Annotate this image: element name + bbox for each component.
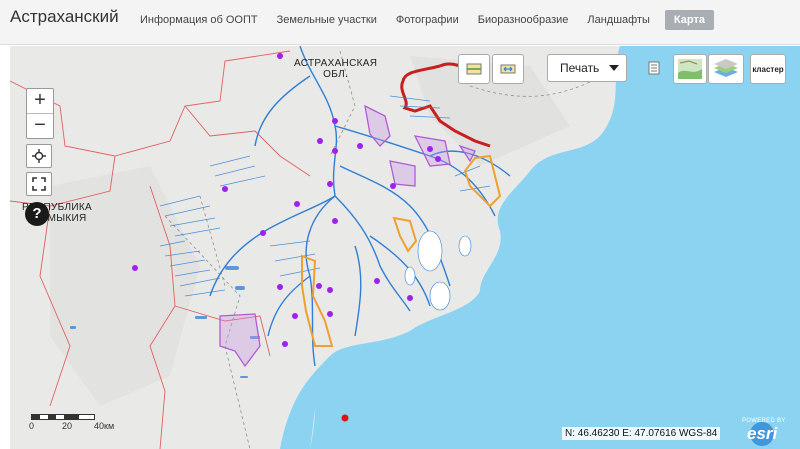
- zoom-out-button[interactable]: −: [27, 113, 53, 138]
- fullscreen-button[interactable]: [26, 172, 52, 196]
- region-label-line: АСТРАХАНСКАЯ: [294, 58, 378, 69]
- zoom-in-button[interactable]: +: [27, 89, 53, 113]
- basemap: [10, 46, 800, 449]
- basemap-topo-button[interactable]: [673, 54, 707, 84]
- poi-red: [341, 414, 349, 422]
- chevron-down-icon: [609, 65, 619, 71]
- region-label-line: ОБЛ.: [323, 69, 349, 80]
- scale-bar-line: [31, 414, 95, 420]
- nav-item-landscapes[interactable]: Ландшафты: [587, 11, 650, 29]
- map-layers-icon: [466, 63, 482, 75]
- crosshair-icon: [32, 149, 46, 163]
- nav-item-map[interactable]: Карта: [664, 10, 714, 30]
- scale-tick-0: 0: [29, 421, 35, 431]
- site-title: Астраханский: [10, 7, 119, 26]
- basemap-stack-icon: [714, 59, 738, 77]
- coordinate-readout: N: 46.46230 E: 47.07616 WGS-84: [562, 427, 721, 440]
- nav-menu: Информация об ООПТ Земельные участки Фот…: [140, 9, 733, 31]
- zoom-control: + −: [26, 88, 54, 139]
- nav-item-biodiversity[interactable]: Биоразнообразие: [478, 11, 569, 29]
- region-label-astrakhan: АСТРАХАНСКАЯ ОБЛ.: [294, 58, 377, 80]
- scale-tick-40: 40км: [94, 421, 115, 431]
- measure-tool-button[interactable]: [492, 54, 524, 84]
- basemap-topo-icon: [678, 59, 702, 79]
- cluster-button[interactable]: кластер: [750, 54, 786, 84]
- locate-button[interactable]: [26, 144, 52, 168]
- scale-bar: 0 20 40км: [28, 411, 138, 441]
- measure-icon: [500, 64, 516, 74]
- print-select-label: Печать: [560, 61, 600, 75]
- nav-item-land-plots[interactable]: Земельные участки: [277, 11, 377, 29]
- nav-item-photos[interactable]: Фотографии: [396, 11, 459, 29]
- esri-logo[interactable]: POWERED BY esri: [738, 418, 786, 446]
- scale-tick-20: 20: [62, 421, 73, 431]
- map-view[interactable]: АСТРАХАНСКАЯ ОБЛ. РЕСПУБЛИКА КАЛМЫКИЯ + …: [10, 46, 800, 449]
- help-button[interactable]: ?: [25, 202, 49, 226]
- nav-item-info[interactable]: Информация об ООПТ: [140, 11, 258, 29]
- legend-button[interactable]: [643, 54, 665, 82]
- esri-name: esri: [747, 424, 778, 443]
- layer-tool-button[interactable]: [458, 54, 490, 84]
- top-bar: Астраханский Информация об ООПТ Земельны…: [0, 0, 800, 45]
- basemap-satellite-button[interactable]: [708, 54, 744, 84]
- print-select[interactable]: Печать: [547, 54, 627, 82]
- list-icon: [648, 61, 660, 75]
- fullscreen-icon: [32, 177, 46, 191]
